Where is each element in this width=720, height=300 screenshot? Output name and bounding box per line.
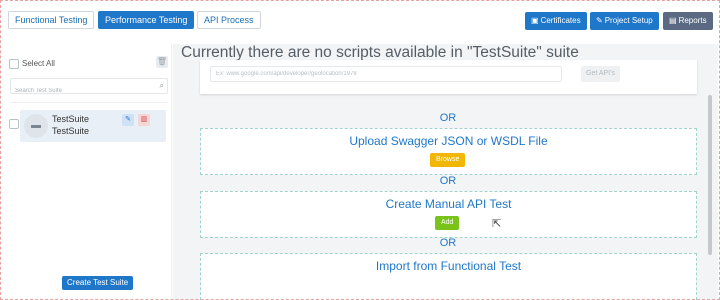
project-setup-label: Project Setup <box>604 16 653 25</box>
tab-performance-testing[interactable]: Performance Testing <box>98 11 195 29</box>
delete-suite-icon[interactable]: ▥ <box>138 114 150 126</box>
certificates-label: Certificates <box>540 16 581 25</box>
browse-button[interactable]: Browse <box>430 153 466 167</box>
tab-functional-testing[interactable]: Functional Testing <box>8 11 95 29</box>
suite-name: TestSuite <box>52 114 90 124</box>
certificate-icon: ▣ <box>531 16 539 25</box>
project-setup-button[interactable]: ✎ Project Setup <box>590 12 659 30</box>
search-input[interactable] <box>15 84 153 98</box>
or-separator: OR <box>439 237 457 249</box>
report-icon: ▤ <box>669 16 677 25</box>
upload-swagger-panel: Upload Swagger JSON or WSDL File Browse <box>200 128 697 175</box>
manual-api-test-panel: Create Manual API Test Add <box>200 191 697 238</box>
import-functional-title: Import from Functional Test <box>375 259 522 273</box>
divider <box>10 102 168 103</box>
or-separator: OR <box>439 112 457 124</box>
suite-subtitle: TestSuite <box>52 126 90 136</box>
sidebar: Select All 🗑 ⌕ ▬ TestSuite TestSuite ✎ ▥… <box>0 44 172 300</box>
reports-button[interactable]: ▤ Reports <box>663 12 713 30</box>
suite-checkbox[interactable] <box>9 119 19 129</box>
url-panel: Get API's <box>200 60 697 94</box>
edit-suite-icon[interactable]: ✎ <box>122 114 134 126</box>
get-apis-button[interactable]: Get API's <box>581 66 620 82</box>
select-all-label: Select All <box>22 59 55 68</box>
wrench-icon: ✎ <box>596 16 603 25</box>
mouse-cursor-icon: ⇱ <box>492 218 502 230</box>
import-functional-panel: Import from Functional Test <box>200 253 697 300</box>
scrollbar-thumb[interactable] <box>708 95 712 255</box>
suite-item[interactable]: ▬ TestSuite TestSuite ✎ ▥ <box>20 110 166 142</box>
or-separator: OR <box>439 175 457 187</box>
manual-api-test-title: Create Manual API Test <box>385 197 512 211</box>
search-icon[interactable]: ⌕ <box>160 81 164 91</box>
search-box: ⌕ <box>10 78 168 98</box>
add-button[interactable]: Add <box>435 216 460 230</box>
certificates-button[interactable]: ▣ Certificates <box>525 12 587 30</box>
upload-swagger-title: Upload Swagger JSON or WSDL File <box>349 134 548 148</box>
delete-selected-icon[interactable]: 🗑 <box>156 56 168 68</box>
create-test-suite-button[interactable]: Create Test Suite <box>62 276 134 290</box>
tab-api-process[interactable]: API Process <box>197 11 261 29</box>
select-all-checkbox[interactable] <box>9 59 19 69</box>
api-url-input[interactable] <box>210 66 562 82</box>
folder-icon: ▬ <box>24 114 48 138</box>
reports-label: Reports <box>678 16 707 25</box>
